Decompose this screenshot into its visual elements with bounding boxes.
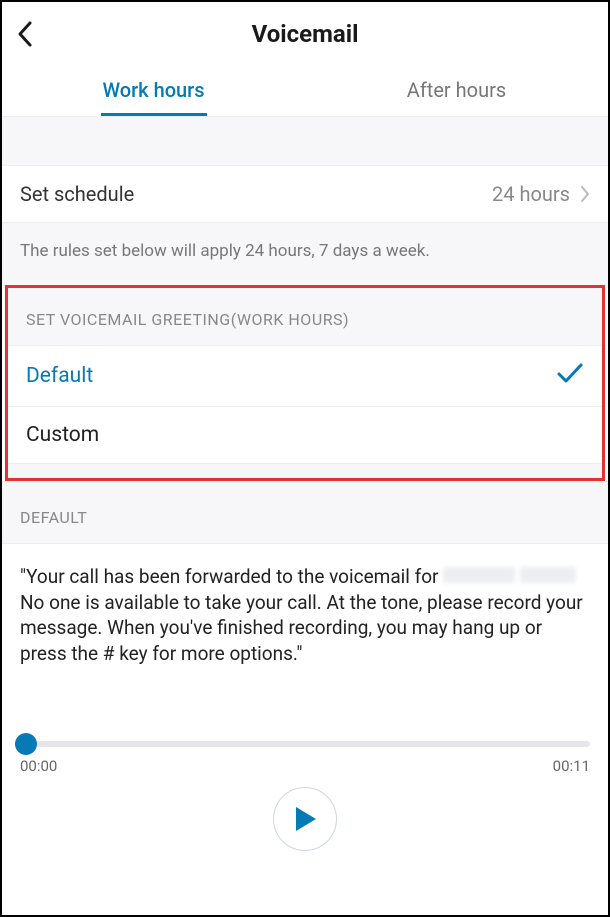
tab-after-hours-label: After hours — [407, 78, 506, 102]
default-section-header: DEFAULT — [2, 481, 608, 544]
tabs: Work hours After hours — [2, 60, 608, 116]
greeting-option-default-label: Default — [26, 364, 93, 388]
greeting-text-suffix: No one is available to take your call. A… — [20, 591, 583, 665]
play-icon — [292, 805, 318, 833]
tab-after-hours[interactable]: After hours — [305, 60, 608, 116]
set-schedule-row[interactable]: Set schedule 24 hours — [2, 166, 608, 223]
playback-current-time: 00:00 — [20, 757, 57, 775]
playback-duration: 00:11 — [553, 757, 590, 775]
greeting-option-default[interactable]: Default — [8, 346, 602, 407]
chevron-right-icon — [580, 185, 590, 203]
section-spacer — [2, 116, 608, 166]
tab-work-hours-label: Work hours — [102, 78, 204, 102]
set-schedule-value-wrap: 24 hours — [492, 182, 590, 206]
section-padding — [8, 464, 602, 478]
audio-player: 00:00 00:11 — [2, 677, 608, 851]
greeting-option-custom[interactable]: Custom — [8, 407, 602, 464]
check-icon — [556, 362, 584, 390]
play-controls — [20, 787, 590, 851]
greeting-options-highlight: SET VOICEMAIL GREETING(WORK HOURS) Defau… — [5, 285, 605, 481]
set-schedule-value: 24 hours — [492, 182, 570, 206]
redacted-name-1 — [443, 567, 515, 583]
playback-times: 00:00 00:11 — [20, 757, 590, 775]
tab-work-hours[interactable]: Work hours — [2, 60, 305, 116]
schedule-help-text: The rules set below will apply 24 hours,… — [2, 223, 608, 286]
redacted-name-2 — [520, 567, 576, 583]
scrubber-thumb[interactable] — [15, 733, 37, 755]
page-title: Voicemail — [16, 20, 594, 48]
playback-scrubber[interactable] — [20, 741, 590, 747]
greeting-text-prefix: "Your call has been forwarded to the voi… — [20, 565, 443, 588]
set-schedule-label: Set schedule — [20, 182, 134, 206]
greeting-section-header: SET VOICEMAIL GREETING(WORK HOURS) — [8, 288, 602, 346]
default-greeting-text: "Your call has been forwarded to the voi… — [2, 544, 608, 677]
greeting-option-custom-label: Custom — [26, 423, 99, 447]
screen: Voicemail Work hours After hours Set sch… — [0, 0, 610, 917]
play-button[interactable] — [273, 787, 337, 851]
header-bar: Voicemail — [2, 2, 608, 60]
